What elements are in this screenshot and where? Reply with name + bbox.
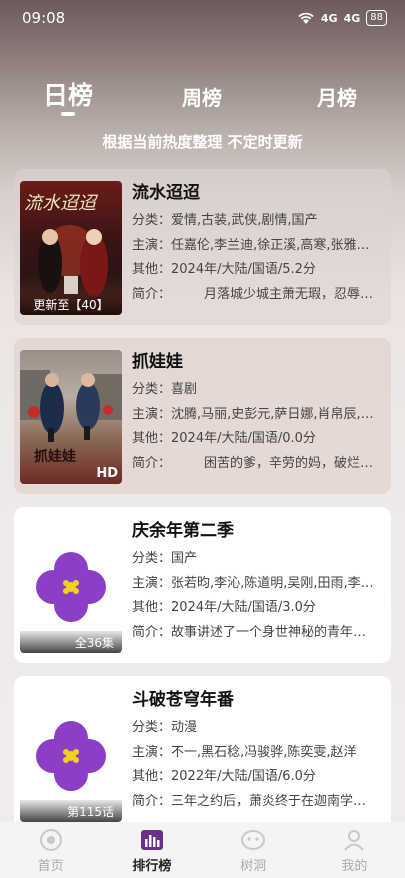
card-intro: 简介：三年之约后，萧炎终于在迦南学… (132, 793, 367, 809)
bottom-tab-bar: 首页 排行榜 树洞 我的 (0, 822, 405, 878)
card-category: 分类：喜剧 (132, 382, 198, 397)
tab-weekly[interactable]: 周榜 (157, 82, 247, 111)
card-title[interactable]: 抓娃娃 (132, 348, 384, 378)
tabbar-label: 排行榜 (132, 859, 172, 874)
card-info: 抓娃娃 分类：喜剧 主演：沈腾,马丽,史彭元,萨日娜,肖帛辰,… 其他：2024… (132, 348, 384, 476)
tabbar-label: 首页 (37, 859, 64, 874)
profile-icon (344, 830, 365, 851)
treehole-icon (241, 830, 266, 850)
poster-image[interactable]: 第115话 (20, 688, 122, 822)
card-intro: 简介： 月落城少城主萧无瑕，忍辱… (132, 286, 374, 302)
card-other: 其他：2024年/大陆/国语/3.0分 (132, 600, 316, 615)
wifi-icon (298, 12, 314, 24)
card-other: 其他：2024年/大陆/国语/0.0分 (132, 431, 316, 446)
home-icon (39, 829, 62, 851)
card-cast: 主演：任嘉伦,李兰迪,徐正溪,高寒,张雅… (132, 237, 370, 253)
poster-image[interactable]: 流水迢迢 更新至【40】 (20, 181, 122, 315)
card-info: 庆余年第二季 分类：国产 主演：张若昀,李沁,陈道明,吴刚,田雨,李… 其他：2… (132, 517, 384, 645)
battery-icon: 88 (366, 10, 387, 26)
ranking-subtitle: 根据当前热度整理 不定时更新 (102, 133, 303, 151)
card-intro: 简介： 困苦的爹，辛劳的妈，破烂… (132, 455, 374, 471)
card-info: 斗破苍穹年番 分类：动漫 主演：不一,黑石稔,冯骏骅,陈奕雯,赵洋 其他：202… (132, 686, 384, 814)
episode-badge: 第115话 (20, 800, 122, 822)
card-title[interactable]: 庆余年第二季 (132, 517, 384, 547)
ranking-card[interactable]: 全36集 庆余年第二季 分类：国产 主演：张若昀,李沁,陈道明,吴刚,田雨,李…… (14, 507, 391, 663)
poster-image[interactable]: 抓娃娃 HD (20, 350, 122, 484)
poster-title: 流水迢迢 (24, 193, 96, 214)
tabbar-treehole[interactable]: 树洞 (203, 822, 304, 878)
card-category: 分类：国产 (132, 551, 198, 566)
status-time: 09:08 (22, 9, 66, 27)
quality-badge: HD (96, 465, 118, 481)
rank-icon (140, 830, 163, 850)
tabbar-label: 我的 (341, 859, 368, 874)
signal-icon: 4G (320, 11, 338, 25)
tab-monthly[interactable]: 月榜 (292, 82, 382, 111)
tabbar-home[interactable]: 首页 (0, 822, 101, 878)
poster-image[interactable]: 全36集 (20, 519, 122, 653)
card-other: 其他：2024年/大陆/国语/5.2分 (132, 262, 316, 277)
tab-indicator (61, 112, 75, 116)
episode-badge: 更新至【40】 (20, 293, 122, 315)
tab-daily[interactable]: 日榜 (23, 76, 113, 112)
episode-badge: 全36集 (20, 631, 122, 653)
card-other: 其他：2022年/大陆/国语/6.0分 (132, 769, 316, 784)
card-intro: 简介：故事讲述了一个身世神秘的青年… (132, 624, 367, 640)
signal-icon: 4G (343, 11, 361, 25)
ranking-tabs: 日榜 周榜 月榜 (0, 76, 405, 120)
card-cast: 主演：沈腾,马丽,史彭元,萨日娜,肖帛辰,… (132, 406, 374, 422)
status-icons: 4G 4G 88 (297, 10, 387, 26)
card-title[interactable]: 流水迢迢 (132, 179, 384, 209)
card-category: 分类：爱情,古装,武侠,剧情,国产 (132, 213, 318, 228)
card-category: 分类：动漫 (132, 720, 198, 735)
ranking-card[interactable]: 抓娃娃 HD 抓娃娃 分类：喜剧 主演：沈腾,马丽,史彭元,萨日娜,肖帛辰,… … (14, 338, 391, 494)
card-title[interactable]: 斗破苍穹年番 (132, 686, 384, 716)
ranking-card[interactable]: 第115话 斗破苍穹年番 分类：动漫 主演：不一,黑石稔,冯骏骅,陈奕雯,赵洋 … (14, 676, 391, 832)
tabbar-rank[interactable]: 排行榜 (101, 822, 202, 878)
card-cast: 主演：不一,黑石稔,冯骏骅,陈奕雯,赵洋 (132, 744, 357, 760)
tabbar-label: 树洞 (240, 859, 267, 874)
status-bar: 09:08 4G 4G 88 (0, 0, 405, 36)
card-cast: 主演：张若昀,李沁,陈道明,吴刚,田雨,李… (132, 575, 374, 591)
tabbar-profile[interactable]: 我的 (304, 822, 405, 878)
card-info: 流水迢迢 分类：爱情,古装,武侠,剧情,国产 主演：任嘉伦,李兰迪,徐正溪,高寒… (132, 179, 384, 307)
ranking-card[interactable]: 流水迢迢 更新至【40】 流水迢迢 分类：爱情,古装,武侠,剧情,国产 主演：任… (14, 169, 391, 325)
